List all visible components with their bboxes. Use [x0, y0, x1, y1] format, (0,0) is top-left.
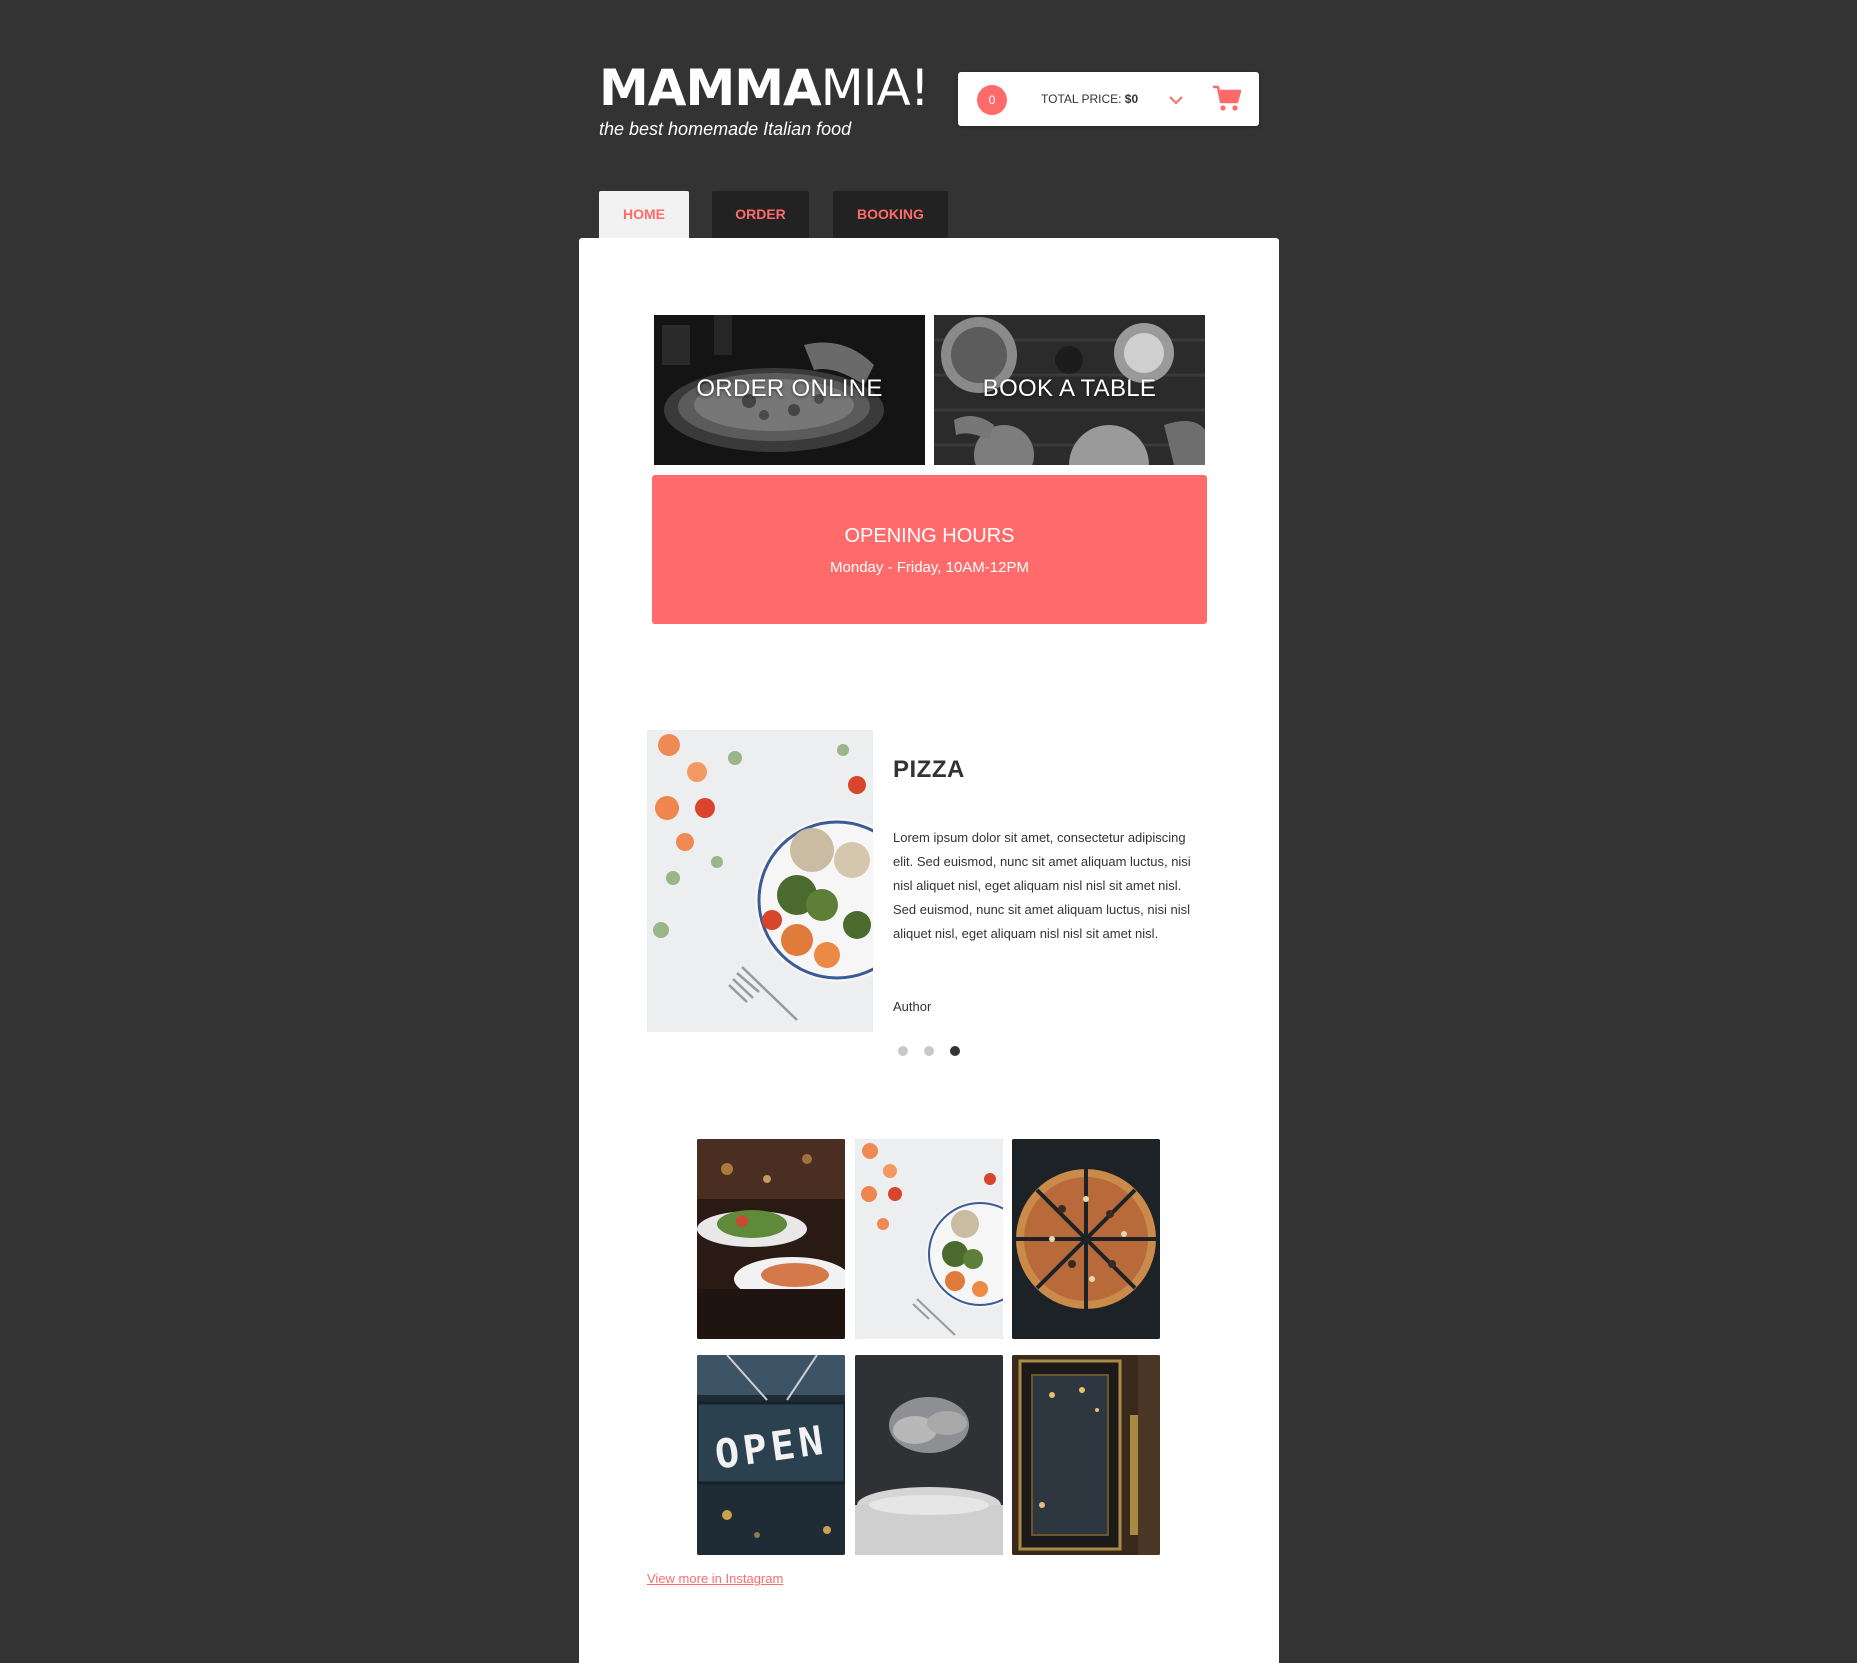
carousel-dots — [898, 1046, 960, 1058]
cart-widget[interactable]: 0 TOTAL PRICE: $0 — [958, 72, 1259, 126]
gallery-image-restaurant[interactable] — [697, 1139, 845, 1339]
flour-hands-photo — [855, 1355, 1003, 1555]
main-content: ORDER ONLINE BOOK A TABLE OPENING HOURS … — [579, 238, 1279, 1663]
carousel-dot-1[interactable] — [898, 1046, 908, 1056]
book-table-tile[interactable]: BOOK A TABLE — [934, 315, 1205, 465]
order-online-tile[interactable]: ORDER ONLINE — [654, 315, 925, 465]
food-bowl-photo-small — [855, 1139, 1003, 1339]
carousel-text: Lorem ipsum dolor sit amet, consectetur … — [893, 830, 1191, 941]
waiter-plates-photo — [697, 1139, 845, 1339]
tagline: the best homemade Italian food — [599, 119, 852, 139]
carousel-title: PIZZA — [893, 756, 965, 783]
tab-order[interactable]: ORDER — [712, 191, 809, 238]
instagram-link[interactable]: View more in Instagram — [647, 1571, 783, 1586]
gallery-image-bowl[interactable] — [855, 1139, 1003, 1339]
cart-total-price: TOTAL PRICE: $0 — [1041, 92, 1138, 106]
cart-total-amount: $0 — [1124, 92, 1139, 106]
door-photo — [1012, 1355, 1160, 1555]
gallery-image-flour-hands[interactable] — [855, 1355, 1003, 1555]
carousel-author: Author — [893, 999, 932, 1014]
gallery-image-open-sign[interactable]: OPEN — [697, 1355, 845, 1555]
tab-booking[interactable]: BOOKING — [833, 191, 948, 238]
food-bowl-photo — [647, 730, 873, 1032]
cart-count-badge: 0 — [977, 85, 1007, 115]
carousel-dot-3[interactable] — [950, 1046, 960, 1056]
pizza-photo — [1012, 1139, 1160, 1339]
gallery-image-door[interactable] — [1012, 1355, 1160, 1555]
order-online-label: ORDER ONLINE — [696, 375, 883, 402]
carousel-dot-2[interactable] — [924, 1046, 934, 1056]
opening-hours-banner: OPENING HOURS Monday - Friday, 10AM-12PM — [652, 475, 1207, 624]
opening-hours-text: Monday - Friday, 10AM-12PM — [830, 559, 1029, 576]
gallery-image-pizza[interactable] — [1012, 1139, 1160, 1339]
chevron-down-icon[interactable] — [1166, 90, 1186, 110]
cart-icon[interactable] — [1212, 83, 1242, 113]
logo[interactable]: MAMMAMIA! — [599, 59, 930, 117]
carousel-image — [647, 730, 873, 1032]
opening-hours-title: OPENING HOURS — [844, 525, 1015, 547]
tab-home[interactable]: HOME — [599, 191, 689, 238]
cart-total-label: TOTAL PRICE: — [1041, 92, 1125, 106]
logo-light: MIA! — [820, 59, 930, 117]
book-table-label: BOOK A TABLE — [982, 375, 1157, 402]
logo-bold: MAMMA — [599, 59, 822, 117]
